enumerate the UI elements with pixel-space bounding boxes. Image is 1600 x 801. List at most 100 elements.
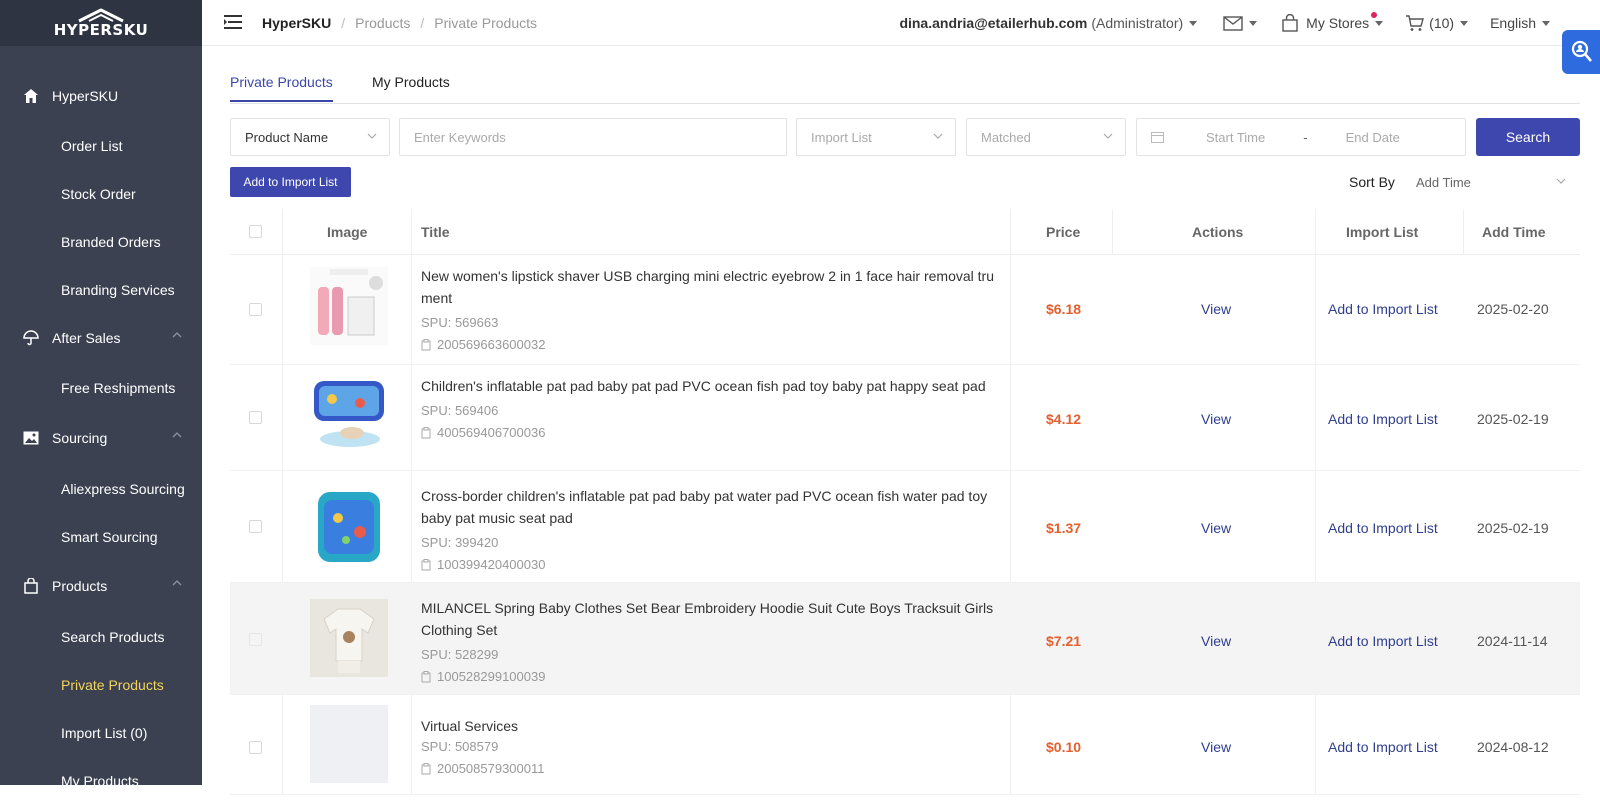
sidebar-item-label: HyperSKU bbox=[52, 88, 119, 104]
sidebar-item-search-products[interactable]: Search Products bbox=[0, 617, 202, 657]
add-to-import-list-link[interactable]: Add to Import List bbox=[1328, 301, 1438, 317]
product-title[interactable]: Virtual Services bbox=[421, 715, 1001, 737]
sidebar-item-label: Smart Sourcing bbox=[61, 529, 158, 545]
product-title[interactable]: MILANCEL Spring Baby Clothes Set Bear Em… bbox=[421, 597, 1001, 641]
floating-search-button[interactable] bbox=[1562, 30, 1600, 74]
row-checkbox[interactable] bbox=[249, 303, 262, 316]
import-list-select[interactable]: Import List bbox=[796, 118, 956, 156]
tab-private-products[interactable]: Private Products bbox=[230, 74, 333, 102]
column-divider bbox=[282, 471, 283, 583]
language-menu[interactable]: English bbox=[1490, 15, 1550, 31]
add-to-import-list-link[interactable]: Add to Import List bbox=[1328, 520, 1438, 536]
copy-icon[interactable] bbox=[421, 670, 431, 683]
copy-icon[interactable] bbox=[421, 558, 431, 571]
sidebar-item-my-products[interactable]: My Products bbox=[0, 761, 202, 801]
copy-icon[interactable] bbox=[421, 426, 431, 439]
view-link[interactable]: View bbox=[1201, 411, 1231, 427]
sidebar-item-branding-services[interactable]: Branding Services bbox=[0, 270, 202, 310]
sidebar-item-free-reshipments[interactable]: Free Reshipments bbox=[0, 368, 202, 408]
view-link[interactable]: View bbox=[1201, 520, 1231, 536]
sidebar-item-aliexpress-sourcing[interactable]: Aliexpress Sourcing bbox=[0, 469, 202, 509]
table-header: Image Title Price Actions Import List Ad… bbox=[230, 209, 1580, 255]
sort-select[interactable]: Add Time bbox=[1404, 165, 1576, 199]
product-thumbnail[interactable] bbox=[310, 705, 388, 783]
view-link[interactable]: View bbox=[1201, 633, 1231, 649]
column-divider bbox=[1315, 365, 1316, 471]
column-divider bbox=[411, 365, 412, 471]
chevron-down-icon bbox=[933, 133, 943, 139]
column-header-price: Price bbox=[1046, 224, 1081, 240]
user-role: (Administrator) bbox=[1091, 15, 1184, 31]
user-menu[interactable]: dina.andria@etailerhub.com (Administrato… bbox=[899, 15, 1198, 31]
column-header-import-list: Import List bbox=[1346, 224, 1419, 240]
breadcrumb-root[interactable]: HyperSKU bbox=[262, 15, 331, 31]
sidebar-item-label: Branding Services bbox=[61, 282, 175, 298]
field-select[interactable]: Product Name bbox=[230, 118, 390, 156]
add-time: 2025-02-19 bbox=[1477, 520, 1549, 536]
end-date-placeholder[interactable]: End Date bbox=[1346, 130, 1400, 145]
breadcrumb-products[interactable]: Products bbox=[355, 15, 410, 31]
sidebar-item-import-list[interactable]: Import List (0) bbox=[0, 713, 202, 753]
copy-icon[interactable] bbox=[421, 762, 431, 775]
view-link[interactable]: View bbox=[1201, 739, 1231, 755]
breadcrumb-current: Private Products bbox=[434, 15, 537, 31]
product-title[interactable]: Children's inflatable pat pad baby pat p… bbox=[421, 375, 1001, 397]
mail-icon bbox=[1223, 15, 1243, 31]
add-to-import-list-link[interactable]: Add to Import List bbox=[1328, 739, 1438, 755]
sidebar-item-sourcing[interactable]: Sourcing bbox=[0, 418, 202, 458]
sidebar-item-after-sales[interactable]: After Sales bbox=[0, 318, 202, 358]
product-sku-value: 200508579300011 bbox=[437, 761, 545, 776]
header-actions: dina.andria@etailerhub.com (Administrato… bbox=[899, 0, 1600, 46]
column-divider bbox=[282, 365, 283, 471]
chevron-down-icon bbox=[1189, 20, 1198, 26]
cart-menu[interactable]: (10) bbox=[1405, 14, 1469, 32]
row-checkbox[interactable] bbox=[249, 741, 262, 754]
product-title[interactable]: New women's lipstick shaver USB charging… bbox=[421, 265, 1001, 309]
add-to-import-list-button[interactable]: Add to Import List bbox=[230, 167, 351, 197]
chevron-down-icon bbox=[1542, 20, 1550, 26]
row-checkbox[interactable] bbox=[249, 411, 262, 424]
sidebar-item-stock-order[interactable]: Stock Order bbox=[0, 174, 202, 214]
brand-logo[interactable]: HYPERSKU bbox=[0, 0, 202, 46]
column-divider bbox=[1112, 209, 1113, 255]
row-checkbox[interactable] bbox=[249, 520, 262, 533]
sidebar-item-label: Sourcing bbox=[52, 430, 108, 446]
sidebar-item-branded-orders[interactable]: Branded Orders bbox=[0, 222, 202, 262]
copy-icon[interactable] bbox=[421, 338, 431, 351]
matched-select[interactable]: Matched bbox=[966, 118, 1126, 156]
sidebar-item-order-list[interactable]: Order List bbox=[0, 126, 202, 166]
messages-menu[interactable] bbox=[1223, 15, 1258, 31]
chevron-down-icon bbox=[1249, 20, 1258, 26]
product-thumbnail[interactable] bbox=[310, 267, 388, 345]
my-stores-menu[interactable]: My Stores bbox=[1281, 12, 1384, 32]
view-link[interactable]: View bbox=[1201, 301, 1231, 317]
product-thumbnail[interactable] bbox=[310, 375, 388, 453]
start-date-placeholder[interactable]: Start Time bbox=[1206, 130, 1265, 145]
product-thumbnail[interactable] bbox=[310, 488, 388, 566]
sidebar-item-label: Stock Order bbox=[61, 186, 136, 202]
keyword-placeholder: Enter Keywords bbox=[414, 129, 506, 145]
sidebar-item-private-products[interactable]: Private Products bbox=[0, 665, 202, 705]
column-divider bbox=[1010, 471, 1011, 583]
sidebar-item-label: Private Products bbox=[61, 677, 164, 693]
date-range-picker[interactable]: Start Time - End Date bbox=[1136, 118, 1466, 156]
column-divider bbox=[282, 209, 283, 255]
add-to-import-list-link[interactable]: Add to Import List bbox=[1328, 633, 1438, 649]
sidebar-item-products[interactable]: Products bbox=[0, 566, 202, 606]
product-thumbnail[interactable] bbox=[310, 599, 388, 677]
sidebar-item-smart-sourcing[interactable]: Smart Sourcing bbox=[0, 517, 202, 557]
keyword-input[interactable]: Enter Keywords bbox=[399, 118, 787, 156]
column-divider bbox=[1010, 255, 1011, 365]
tab-my-products[interactable]: My Products bbox=[372, 74, 450, 100]
product-price: $6.18 bbox=[1046, 301, 1082, 317]
product-title[interactable]: Cross-border children's inflatable pat p… bbox=[421, 485, 1001, 529]
sidebar-item-hypersku[interactable]: HyperSKU bbox=[0, 76, 202, 116]
add-time: 2025-02-20 bbox=[1477, 301, 1549, 317]
home-icon bbox=[22, 87, 40, 105]
column-divider bbox=[1315, 695, 1316, 795]
add-to-import-list-link[interactable]: Add to Import List bbox=[1328, 411, 1438, 427]
select-all-checkbox[interactable] bbox=[249, 225, 262, 238]
row-checkbox[interactable] bbox=[249, 633, 262, 646]
search-button[interactable]: Search bbox=[1476, 118, 1580, 156]
menu-toggle-icon[interactable] bbox=[224, 14, 242, 30]
